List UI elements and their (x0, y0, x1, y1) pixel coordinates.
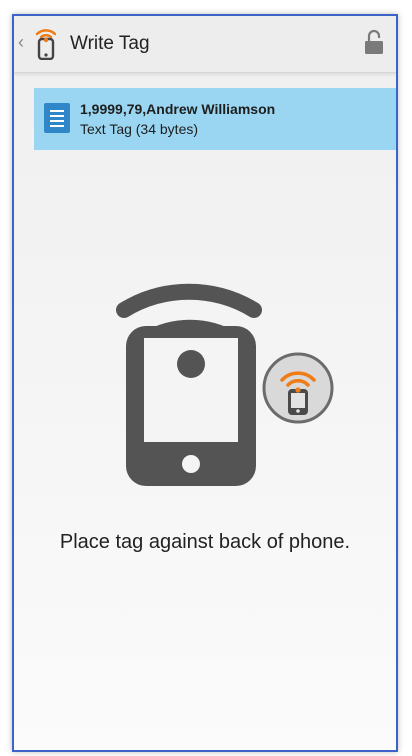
document-icon (44, 103, 70, 133)
back-chevron-icon[interactable]: ‹ (18, 32, 24, 52)
tag-card[interactable]: 1,9999,79,Andrew Williamson Text Tag (34… (34, 88, 396, 150)
phone-home-button (182, 455, 200, 473)
tag-subtitle: Text Tag (34 bytes) (80, 121, 199, 137)
tag-title: 1,9999,79,Andrew Williamson (80, 101, 276, 117)
signal-arc-outer (116, 283, 262, 318)
instruction-text: Place tag against back of phone. (59, 531, 351, 553)
nfc-dot (177, 350, 205, 378)
app-bar: ‹ Write Tag (14, 16, 396, 73)
lock-icon[interactable] (362, 28, 386, 56)
screen: ‹ Write Tag 1,9999,79,Andrew Williamson … (12, 14, 398, 752)
nfc-phone-icon[interactable] (34, 26, 58, 60)
page-title: Write Tag (70, 33, 150, 54)
nfc-phone-illustration (116, 283, 334, 486)
